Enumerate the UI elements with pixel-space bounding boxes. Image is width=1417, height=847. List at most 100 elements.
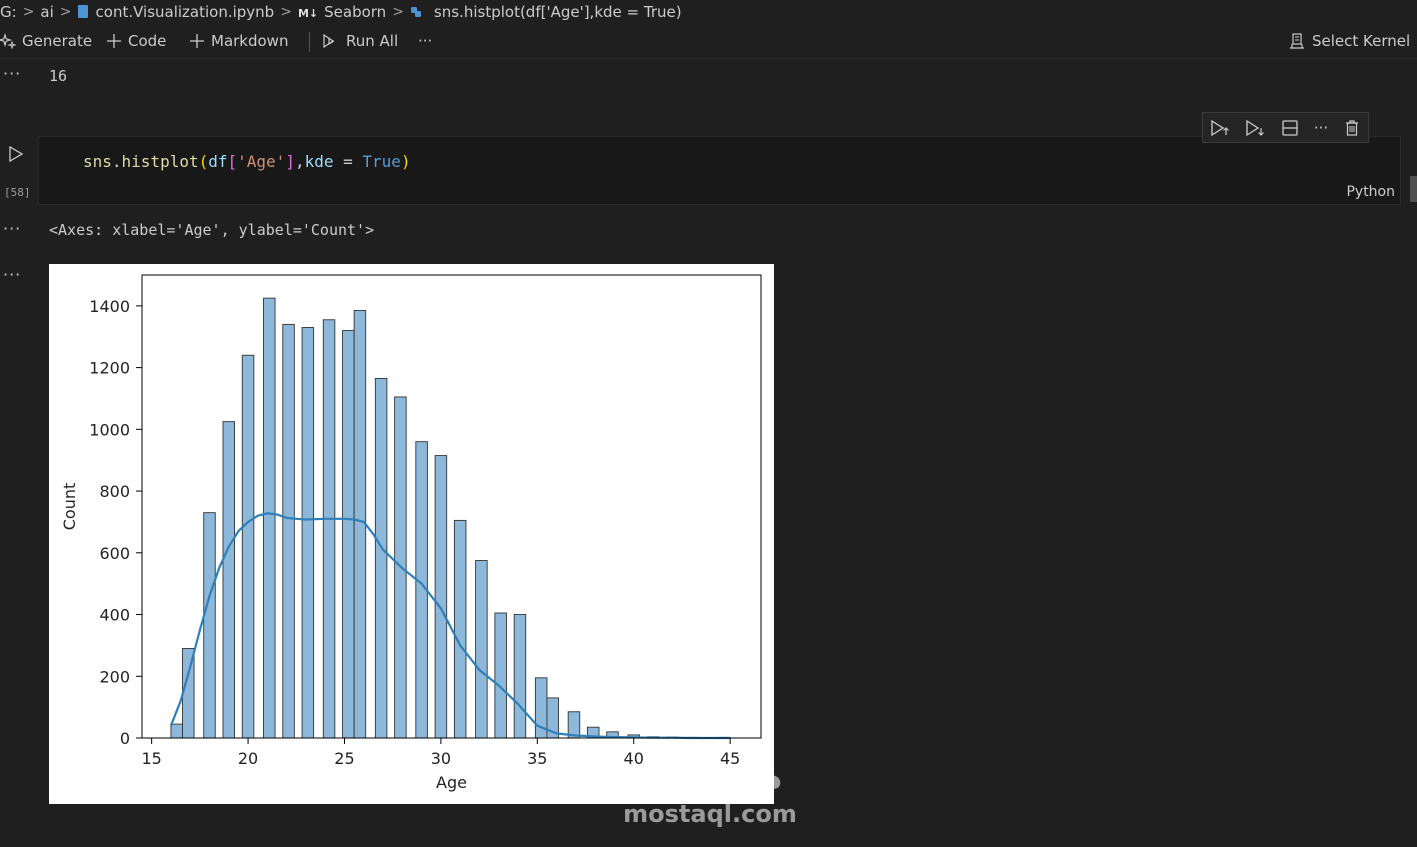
add-markdown-button[interactable]: Markdown — [189, 26, 288, 56]
y-axis-label: Count — [60, 483, 79, 531]
code-token-comma: , — [294, 152, 305, 171]
breadcrumb: G: > ai > cont.Visualization.ipynb > M↓ S… — [0, 0, 1417, 24]
histogram-chart: 15 20 25 30 35 40 45 0 200 400 600 800 1000 1200 1400… — [60, 274, 762, 792]
execute-below-button[interactable] — [1244, 118, 1266, 138]
notebook-toolbar: Generate Code Markdown Run All ··· Selec… — [0, 26, 1417, 59]
x-tick-label: 20 — [238, 749, 258, 768]
breadcrumb-separator-icon: > — [392, 4, 404, 20]
more-actions-button[interactable]: ··· — [418, 26, 432, 56]
add-markdown-label: Markdown — [211, 32, 289, 50]
x-tick-label: 35 — [527, 749, 547, 768]
breadcrumb-folder[interactable]: ai — [40, 3, 53, 21]
delete-cell-button[interactable] — [1341, 118, 1363, 138]
add-code-label: Code — [128, 32, 167, 50]
code-token-bracket: ] — [285, 152, 295, 171]
y-tick-label: 800 — [99, 482, 130, 501]
histogram-bar — [513, 614, 527, 739]
execute-above-button[interactable] — [1209, 118, 1231, 138]
histogram-bar — [203, 512, 216, 739]
kde-curve — [169, 512, 731, 740]
scrollbar-thumb[interactable] — [1410, 176, 1417, 202]
run-above-icon — [1211, 119, 1229, 137]
x-tick-label: 15 — [141, 749, 161, 768]
previous-output-value: 16 — [49, 67, 68, 85]
cell-action-toolbar: ··· — [1202, 112, 1369, 143]
breadcrumb-drive[interactable]: G: — [0, 3, 17, 21]
toolbar-divider — [309, 32, 310, 52]
plus-icon — [107, 34, 121, 48]
cell-more-button[interactable]: ··· — [1310, 118, 1332, 138]
run-cell-button[interactable] — [8, 145, 24, 167]
histogram-bar — [475, 560, 488, 739]
breadcrumb-section[interactable]: M↓ Seaborn — [298, 3, 386, 21]
histogram-bar — [170, 723, 183, 739]
python-icon — [410, 7, 421, 17]
plus-icon — [190, 34, 204, 48]
execution-count: [58] — [4, 186, 31, 199]
breadcrumb-cell-label: sns.histplot(df['Age'],kde = True) — [433, 3, 682, 21]
select-kernel-button[interactable]: Select Kernel — [1288, 26, 1410, 56]
y-tick-label: 1000 — [89, 420, 130, 439]
sparkle-icon — [0, 33, 16, 49]
histogram-bar — [374, 377, 388, 739]
output-more-button[interactable]: ··· — [3, 219, 21, 238]
breadcrumb-notebook[interactable]: cont.Visualization.ipynb — [77, 3, 275, 21]
histogram-bar — [494, 612, 507, 739]
notebook-icon — [77, 5, 88, 18]
cell-language-button[interactable]: Python — [1346, 184, 1395, 200]
code-token-operator: = — [333, 152, 363, 171]
histogram-bar — [222, 421, 236, 739]
y-tick-label: 1200 — [89, 359, 130, 378]
histogram-bar — [353, 310, 367, 739]
code-token-paren: ) — [400, 152, 411, 171]
select-kernel-label: Select Kernel — [1312, 32, 1411, 50]
run-below-icon — [1246, 119, 1264, 137]
histogram-bar — [301, 327, 315, 739]
histogram-bar — [322, 319, 336, 739]
generate-button[interactable]: Generate — [0, 26, 92, 56]
run-all-icon — [323, 33, 335, 49]
histogram-bar — [342, 330, 355, 739]
generate-label: Generate — [22, 32, 93, 50]
breadcrumb-separator-icon: > — [59, 4, 72, 20]
breadcrumb-cell[interactable]: sns.histplot(df['Age'],kde = True) — [410, 3, 682, 21]
output-more-button[interactable]: ··· — [3, 64, 21, 83]
trash-icon — [1346, 120, 1358, 136]
breadcrumb-notebook-label: cont.Visualization.ipynb — [95, 3, 275, 21]
code-token-bracket: [ — [227, 152, 238, 171]
add-code-button[interactable]: Code — [106, 26, 166, 56]
histogram-bar — [241, 354, 255, 739]
code-cell[interactable]: sns.histplot(df['Age'],kde = True) Pytho… — [38, 136, 1401, 205]
code-token-paren: ( — [198, 152, 209, 171]
y-tick-label: 1400 — [89, 297, 130, 316]
histogram-bar — [434, 455, 448, 739]
code-token-variable: df — [208, 152, 228, 171]
y-tick-label: 400 — [99, 606, 130, 625]
breadcrumb-section-label: Seaborn — [324, 3, 387, 21]
code-token-keyword-arg: kde — [304, 152, 334, 171]
histogram-plot: 15 20 25 30 35 40 45 0 200 400 600 800 1000 1200 1400… — [49, 264, 774, 804]
y-tick-label: 0 — [120, 729, 130, 748]
watermark-latin-text: mostaql.com — [623, 800, 797, 828]
more-icon: ··· — [418, 32, 433, 50]
run-all-button[interactable]: Run All — [322, 26, 398, 56]
x-axis-label: Age — [436, 773, 467, 792]
code-line[interactable]: sns.histplot(df['Age'],kde = True) — [83, 152, 411, 171]
y-tick-label: 600 — [99, 544, 130, 563]
x-tick-label: 25 — [334, 749, 354, 768]
run-all-label: Run All — [346, 32, 399, 50]
x-tick-label: 30 — [431, 749, 451, 768]
split-cell-button[interactable] — [1279, 118, 1301, 138]
output-more-button[interactable]: ··· — [3, 265, 21, 284]
markdown-icon: M↓ — [297, 7, 319, 20]
y-tick-label: 200 — [99, 667, 130, 686]
breadcrumb-separator-icon: > — [22, 4, 35, 20]
code-token-constant: True — [362, 152, 401, 171]
histogram-bar — [453, 519, 467, 739]
axes-repr-output: <Axes: xlabel='Age', ylabel='Count'> — [49, 221, 375, 239]
more-icon: ··· — [1313, 119, 1329, 137]
breadcrumb-separator-icon: > — [280, 4, 292, 20]
x-tick-label: 45 — [720, 749, 740, 768]
histogram-bar — [263, 297, 276, 739]
code-token-function: sns.histplot — [83, 152, 199, 171]
